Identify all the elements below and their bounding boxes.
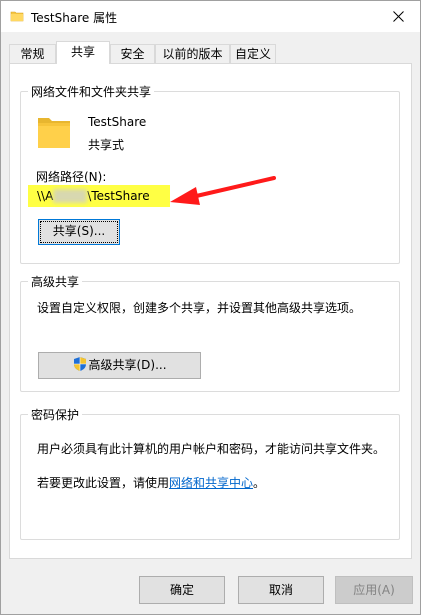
group-title: 高级共享 bbox=[28, 273, 83, 290]
title-bar[interactable]: TestShare 属性 bbox=[1, 1, 420, 32]
group-title: 密码保护 bbox=[28, 406, 83, 423]
close-icon bbox=[392, 11, 404, 22]
change-setting-text: 若要更改此设置，请使用网络和共享中心。 bbox=[37, 474, 265, 491]
network-path-label: 网络路径(N): bbox=[36, 170, 107, 184]
advanced-sharing-button[interactable]: 高级共享(D)... bbox=[38, 352, 201, 379]
tab-security[interactable]: 安全 bbox=[110, 44, 155, 63]
share-button[interactable]: 共享(S)... bbox=[38, 219, 120, 245]
cancel-button[interactable]: 取消 bbox=[238, 576, 324, 604]
network-sharing-group: 网络文件和文件夹共享 TestShare 共享式 网络路径(N): \\A \Te… bbox=[20, 83, 400, 264]
share-button-label: 共享(S)... bbox=[40, 221, 118, 243]
network-path-value: \\A \TestShare bbox=[28, 185, 170, 207]
tab-customize[interactable]: 自定义 bbox=[230, 44, 276, 63]
red-arrow-annotation bbox=[170, 176, 276, 205]
sharing-panel: 网络文件和文件夹共享 TestShare 共享式 网络路径(N): \\A \Te… bbox=[9, 63, 412, 559]
window-title: TestShare 属性 bbox=[31, 11, 118, 25]
folder-icon bbox=[10, 11, 24, 22]
properties-window: TestShare 属性 常规 共享 安全 以前的版本 自定义 网络文件和文件夹… bbox=[0, 0, 421, 615]
network-path-suffix: \TestShare bbox=[87, 189, 150, 203]
password-protection-description: 用户必须具有此计算机的用户帐户和密码，才能访问共享文件夹。 bbox=[37, 442, 386, 456]
share-type: 共享式 bbox=[88, 138, 125, 152]
tab-general[interactable]: 常规 bbox=[9, 44, 56, 63]
share-name: TestShare bbox=[88, 115, 147, 129]
close-button[interactable] bbox=[376, 1, 420, 32]
folder-icon bbox=[38, 118, 70, 148]
network-sharing-center-link[interactable]: 网络和共享中心 bbox=[169, 476, 253, 490]
shield-icon bbox=[74, 357, 87, 371]
change-setting-suffix: 。 bbox=[253, 476, 266, 490]
apply-button[interactable]: 应用(A) bbox=[335, 576, 413, 604]
advanced-sharing-group: 高级共享 设置自定义权限，创建多个共享，并设置其他高级共享选项。 高级共享(D)… bbox=[20, 273, 400, 392]
change-setting-prefix: 若要更改此设置，请使用 bbox=[37, 476, 170, 490]
tab-bar: 常规 共享 安全 以前的版本 自定义 bbox=[9, 41, 412, 64]
redacted-segment bbox=[53, 188, 88, 203]
advanced-sharing-button-label: 高级共享(D)... bbox=[88, 358, 167, 372]
tab-sharing[interactable]: 共享 bbox=[56, 41, 110, 64]
ok-button[interactable]: 确定 bbox=[139, 576, 225, 604]
group-title: 网络文件和文件夹共享 bbox=[28, 83, 155, 100]
tab-previous-versions[interactable]: 以前的版本 bbox=[155, 44, 230, 63]
network-path-prefix: \\A bbox=[37, 189, 54, 203]
advanced-sharing-description: 设置自定义权限，创建多个共享，并设置其他高级共享选项。 bbox=[37, 301, 362, 315]
password-protection-group: 密码保护 用户必须具有此计算机的用户帐户和密码，才能访问共享文件夹。 若要更改此… bbox=[20, 406, 400, 540]
